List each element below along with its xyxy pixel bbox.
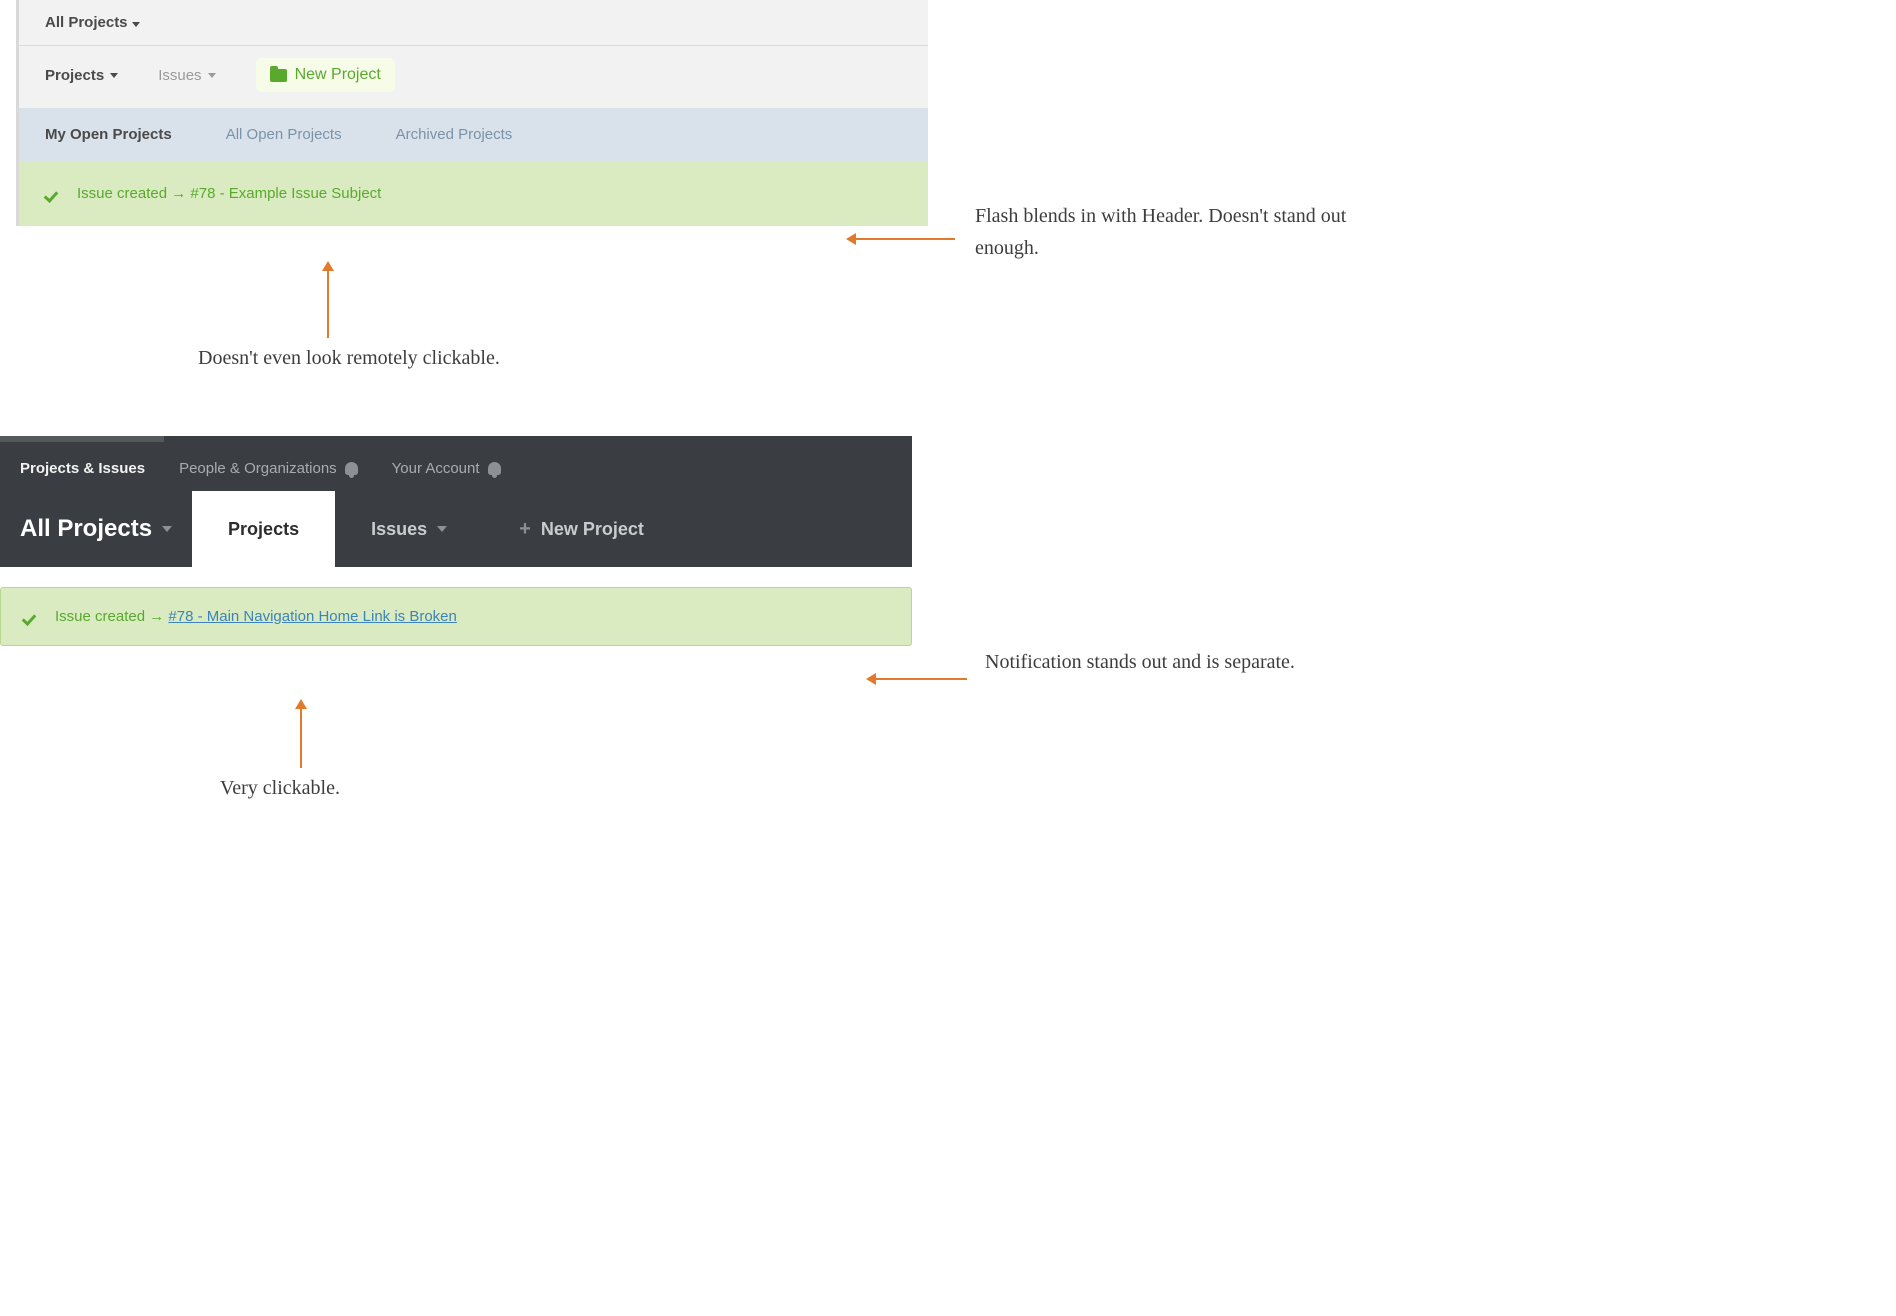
new-project-button[interactable]: + New Project [483, 491, 680, 567]
chevron-down-icon [162, 526, 172, 532]
annotation-arrow [327, 270, 329, 338]
tab-my-open-projects[interactable]: My Open Projects [45, 126, 172, 143]
tab-projects[interactable]: Projects [192, 491, 335, 567]
flash-link[interactable]: #78 - Main Navigation Home Link is Broke… [168, 608, 456, 625]
flash-prefix: Issue created → [77, 185, 186, 202]
bell-icon [345, 462, 358, 475]
check-icon [23, 610, 41, 624]
flash-message: Issue created → #78 - Main Navigation Ho… [0, 587, 912, 646]
new-project-button[interactable]: New Project [256, 58, 395, 92]
annotation-arrow [300, 708, 302, 768]
annotation-very-clickable: Very clickable. [220, 772, 340, 804]
flash-prefix: Issue created → [55, 608, 164, 625]
example-1-panel: All Projects Projects Issues New Project… [16, 0, 928, 226]
all-projects-dropdown[interactable]: All Projects [19, 0, 928, 46]
all-projects-label: All Projects [45, 14, 128, 31]
issues-dropdown[interactable]: Issues [158, 67, 215, 84]
example-2-topbar: Projects & Issues People & Organizations… [0, 436, 912, 567]
main-nav: All Projects Projects Issues + New Proje… [0, 491, 912, 567]
nav-people-organizations[interactable]: People & Organizations [179, 460, 358, 477]
annotation-stands-out: Notification stands out and is separate. [985, 646, 1325, 678]
chevron-down-icon [110, 73, 118, 78]
nav-your-account[interactable]: Your Account [392, 460, 501, 477]
chevron-down-icon [208, 73, 216, 78]
plus-icon: + [519, 518, 531, 541]
annotation-flash-blends: Flash blends in with Header. Doesn't sta… [975, 200, 1395, 264]
chevron-down-icon [132, 22, 140, 27]
flash-text: Issue created → #78 - Main Navigation Ho… [55, 608, 457, 625]
flash-message: Issue created → #78 - Example Issue Subj… [19, 161, 928, 226]
projects-label: Projects [45, 67, 104, 84]
issues-label: Issues [158, 67, 201, 84]
all-projects-dropdown[interactable]: All Projects [16, 491, 192, 567]
tab-archived-projects[interactable]: Archived Projects [396, 126, 513, 143]
chevron-down-icon [437, 526, 447, 532]
project-tabs: My Open Projects All Open Projects Archi… [19, 108, 928, 161]
projects-dropdown[interactable]: Projects [45, 67, 118, 84]
nav-projects-issues[interactable]: Projects & Issues [20, 460, 145, 477]
folder-icon [270, 69, 287, 82]
flash-link[interactable]: #78 - Example Issue Subject [190, 185, 381, 202]
check-icon [45, 187, 63, 201]
example-2-container: Projects & Issues People & Organizations… [0, 436, 1896, 646]
example-1-container: All Projects Projects Issues New Project… [0, 0, 1896, 226]
tab-issues[interactable]: Issues [335, 491, 483, 567]
annotation-arrow [855, 238, 955, 240]
annotation-not-clickable: Doesn't even look remotely clickable. [198, 342, 500, 374]
flash-text: Issue created → #78 - Example Issue Subj… [77, 185, 381, 202]
top-nav: Projects & Issues People & Organizations… [0, 442, 912, 491]
new-project-label: New Project [295, 66, 381, 84]
bell-icon [488, 462, 501, 475]
tab-all-open-projects[interactable]: All Open Projects [226, 126, 342, 143]
secondary-nav: Projects Issues New Project [19, 46, 928, 108]
annotation-arrow [875, 678, 967, 680]
